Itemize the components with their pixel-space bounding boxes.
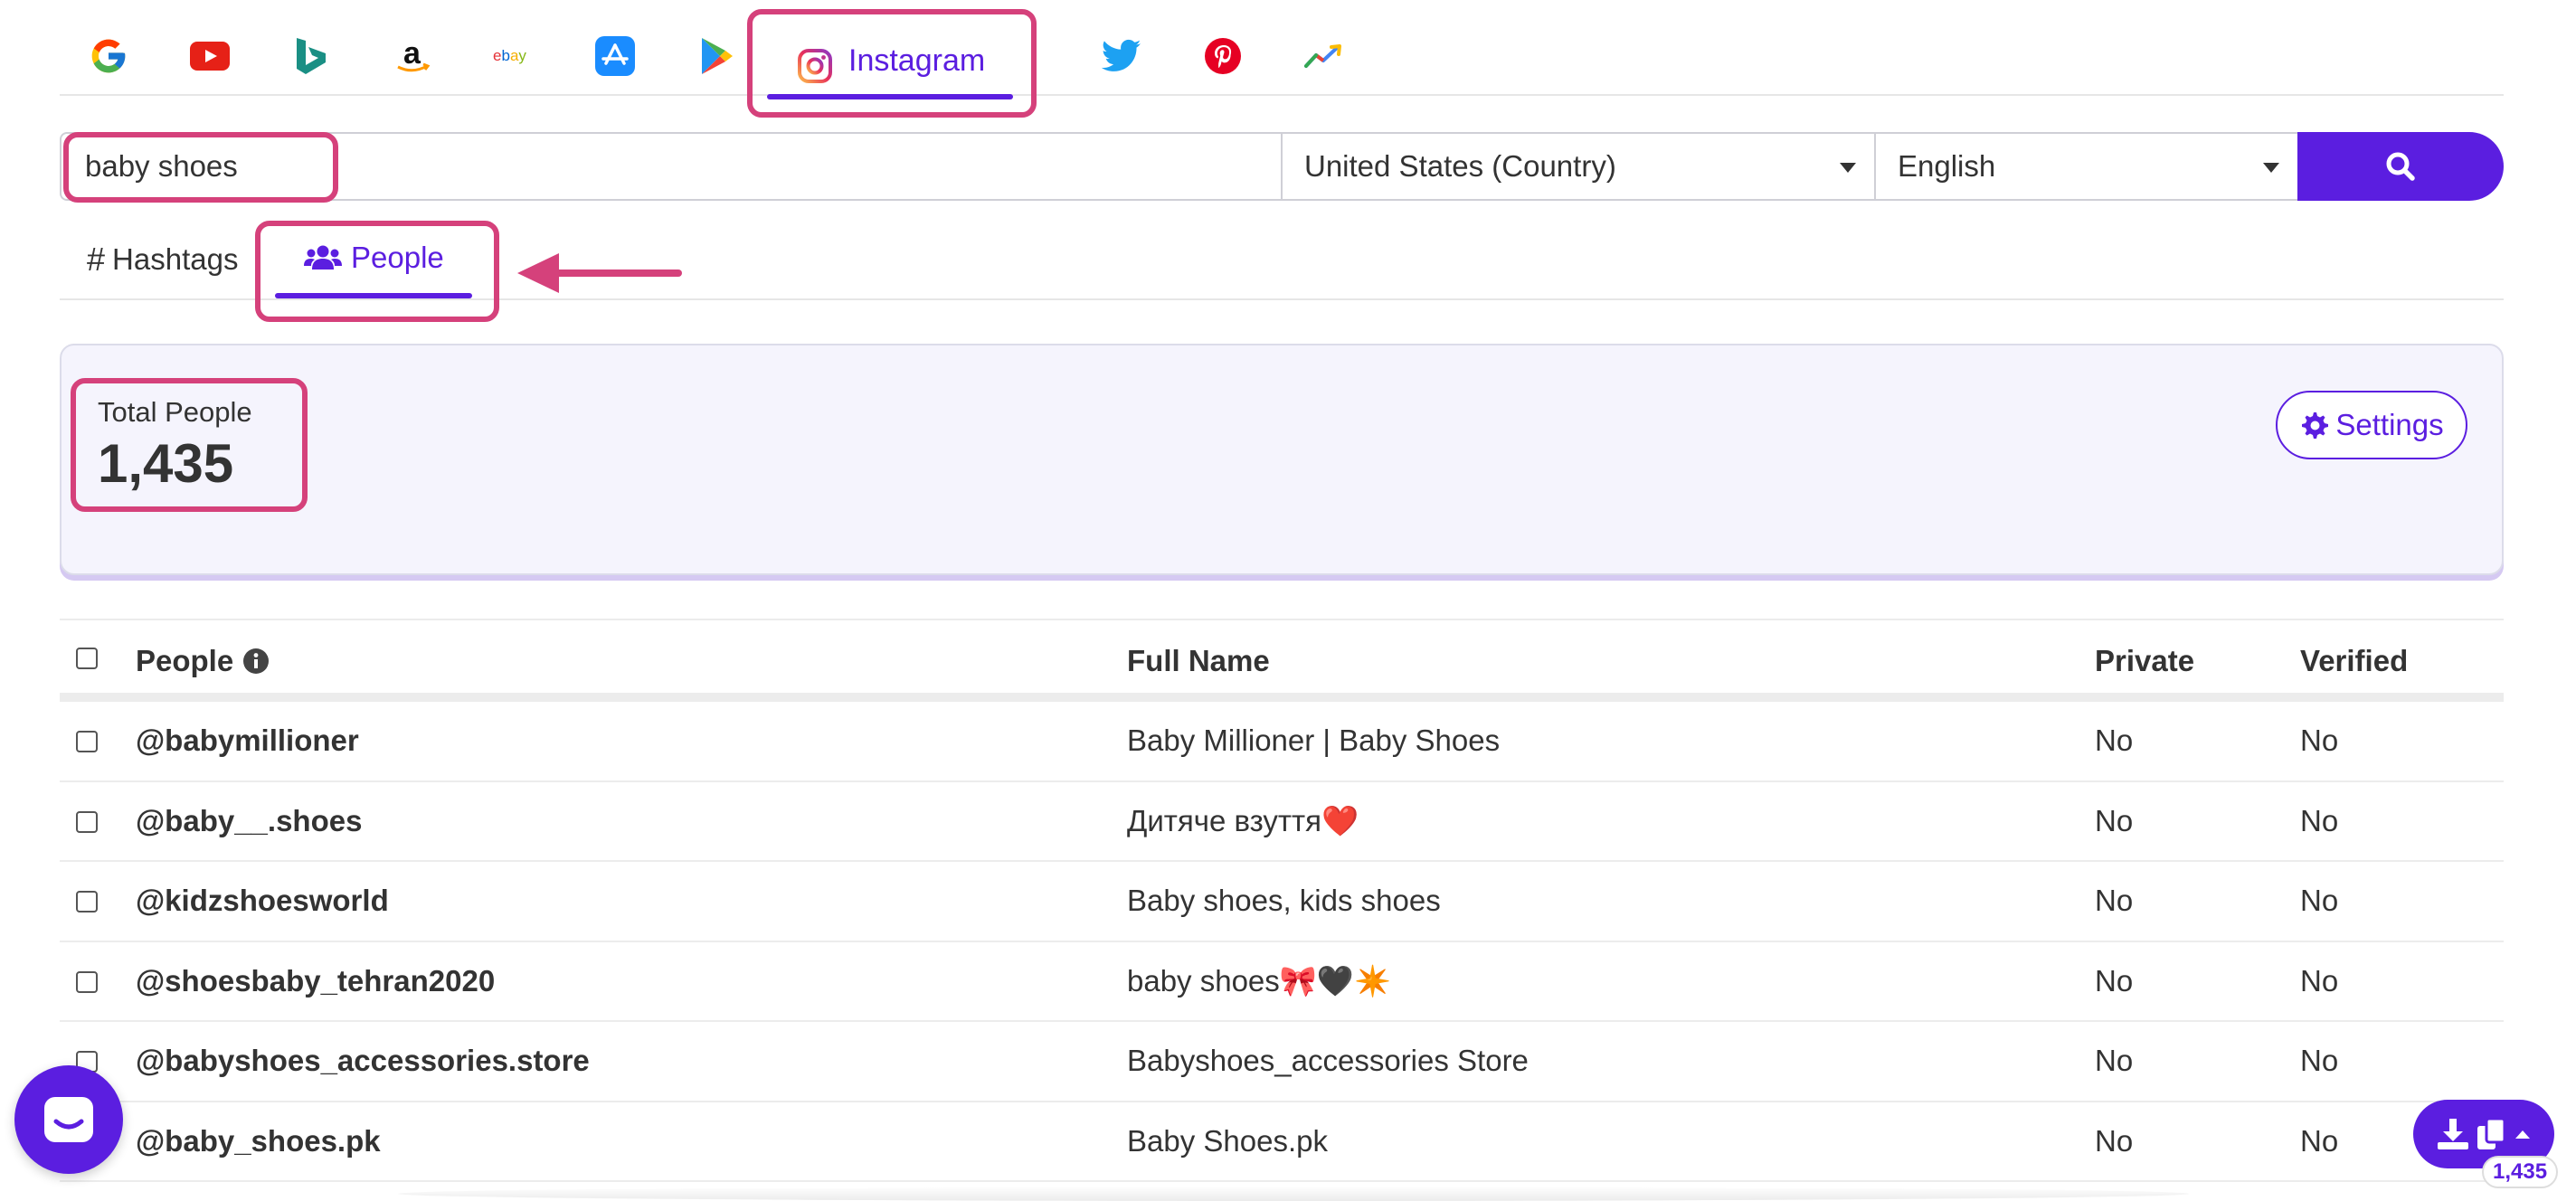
result-tabs: # Hashtags People (60, 221, 2504, 300)
private-cell: No (2095, 803, 2134, 837)
verified-cell: No (2300, 884, 2339, 917)
active-subtab-indicator (275, 293, 472, 298)
table-row: @kidzshoesworld Baby shoes, kids shoes N… (60, 862, 2504, 942)
column-header-full-name[interactable]: Full Name (1127, 644, 1270, 678)
play-store-icon[interactable] (691, 31, 742, 81)
active-tab-indicator (767, 94, 1013, 99)
chat-widget-button[interactable] (14, 1065, 123, 1174)
people-handle-link[interactable]: @baby__.shoes (136, 804, 362, 838)
private-cell: No (2095, 884, 2134, 917)
tab-hashtags[interactable]: # Hashtags (87, 241, 238, 279)
full-name-cell: Baby shoes, kids shoes (1127, 884, 1441, 917)
table-row: @baby_shoes.pk Baby Shoes.pk No No (60, 1102, 2504, 1182)
svg-text:a: a (403, 36, 421, 71)
verified-cell: No (2300, 723, 2339, 757)
settings-button-label: Settings (2335, 408, 2444, 441)
column-header-verified[interactable]: Verified (2300, 644, 2408, 678)
tab-instagram[interactable]: Instagram (738, 9, 1037, 105)
export-count-badge: 1,435 (2482, 1156, 2559, 1188)
total-people-value: 1,435 (98, 433, 234, 494)
total-people-label: Total People (98, 396, 252, 428)
verified-cell: No (2300, 963, 2339, 998)
svg-text:ebay: ebay (493, 47, 526, 64)
hashtag-icon: # (87, 241, 106, 278)
private-cell: No (2095, 723, 2134, 757)
table-row: @baby__.shoes Дитяче взуття❤️ No No (60, 782, 2504, 862)
copy-icon (2477, 1117, 2506, 1149)
users-icon (304, 245, 342, 270)
country-select-value: United States (Country) (1304, 149, 1616, 183)
language-select-value: English (1898, 149, 1996, 183)
summary-panel: Total People 1,435 Settings (60, 344, 2504, 575)
people-handle-link[interactable]: @baby_shoes.pk (136, 1124, 381, 1158)
download-icon (2438, 1119, 2468, 1149)
column-header-people[interactable]: People (136, 644, 270, 678)
table-row: @shoesbaby_tehran2020 baby shoes🎀🖤✴️ No … (60, 942, 2504, 1022)
bing-icon[interactable] (286, 31, 336, 81)
people-handle-link[interactable]: @kidzshoesworld (136, 884, 389, 918)
search-bar: United States (Country) English (60, 132, 2504, 201)
app-store-icon[interactable] (590, 31, 640, 81)
people-table: People Full Name Private Verified @babym… (60, 619, 2504, 1182)
google-icon[interactable] (83, 31, 134, 81)
row-checkbox[interactable] (76, 891, 98, 913)
people-handle-link[interactable]: @babymillioner (136, 723, 359, 758)
column-header-private[interactable]: Private (2095, 644, 2194, 678)
private-cell: No (2095, 1123, 2134, 1158)
people-handle-link[interactable]: @babyshoes_accessories.store (136, 1044, 590, 1078)
search-icon (2386, 152, 2415, 181)
amazon-icon[interactable]: a (387, 31, 438, 81)
select-all-checkbox[interactable] (76, 648, 98, 669)
tab-hashtags-label: Hashtags (112, 242, 239, 276)
tab-people-label: People (351, 241, 444, 274)
full-name-cell: Дитяче взуття❤️ (1127, 803, 1359, 837)
row-checkbox[interactable] (76, 731, 98, 752)
platform-tabs: a ebay (60, 0, 2504, 96)
settings-button[interactable]: Settings (2276, 391, 2467, 459)
gear-icon (2302, 412, 2329, 439)
row-checkbox[interactable] (76, 970, 98, 993)
verified-cell: No (2300, 1123, 2339, 1158)
arrow-annotation (517, 253, 682, 293)
verified-cell: No (2300, 1044, 2339, 1077)
search-button[interactable] (2297, 132, 2504, 201)
full-name-cell: Baby Millioner | Baby Shoes (1127, 723, 1501, 757)
tab-instagram-label: Instagram (848, 43, 986, 78)
info-icon[interactable] (242, 648, 270, 675)
people-handle-link[interactable]: @shoesbaby_tehran2020 (136, 964, 495, 998)
instagram-icon (798, 49, 832, 88)
verified-cell: No (2300, 803, 2339, 837)
language-select[interactable]: English (1874, 132, 2299, 201)
table-row: @babyshoes_accessories.store Babyshoes_a… (60, 1022, 2504, 1102)
full-name-cell: Babyshoes_accessories Store (1127, 1044, 1529, 1077)
keyword-input[interactable] (60, 132, 1283, 201)
chat-icon (44, 1097, 93, 1142)
row-checkbox[interactable] (76, 810, 98, 833)
scroll-shadow (398, 1187, 2189, 1201)
private-cell: No (2095, 1044, 2134, 1077)
full-name-cell: baby shoes🎀🖤✴️ (1127, 963, 1392, 998)
country-select[interactable]: United States (Country) (1281, 132, 1876, 201)
chevron-down-icon (2263, 163, 2279, 173)
trends-icon[interactable] (1299, 31, 1350, 81)
caret-up-icon (2515, 1130, 2530, 1139)
column-header-people-label: People (136, 644, 234, 677)
private-cell: No (2095, 963, 2134, 998)
twitter-icon[interactable] (1096, 31, 1147, 81)
ebay-icon[interactable]: ebay (488, 31, 539, 81)
chevron-down-icon (1840, 163, 1856, 173)
table-row: @babymillioner Baby Millioner | Baby Sho… (60, 702, 2504, 782)
table-header: People Full Name Private Verified (60, 619, 2504, 702)
tab-people[interactable]: People (304, 241, 444, 275)
youtube-icon[interactable] (185, 31, 235, 81)
full-name-cell: Baby Shoes.pk (1127, 1123, 1328, 1158)
pinterest-icon[interactable] (1198, 31, 1248, 81)
